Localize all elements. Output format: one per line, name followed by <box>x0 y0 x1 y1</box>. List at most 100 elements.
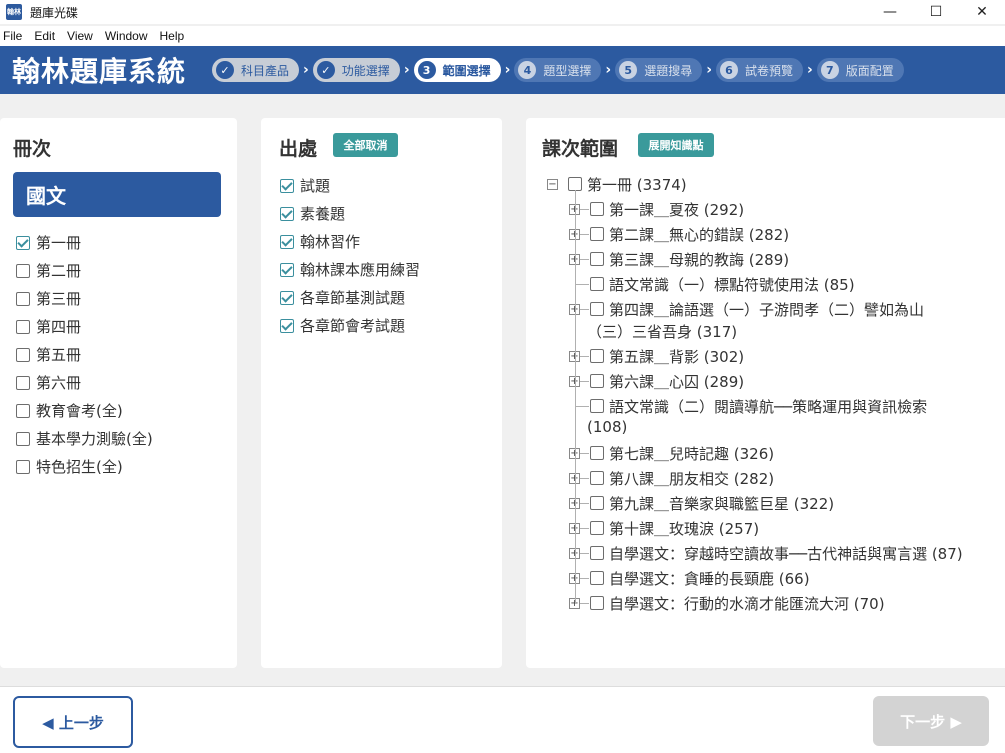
source-item[interactable]: 試題 <box>280 175 330 196</box>
tree-node-checkbox[interactable] <box>590 496 604 510</box>
step-4-label: 題型選擇 <box>543 63 592 78</box>
tree-node-label: 第一課＿夏夜 (292) <box>609 201 745 219</box>
volume-checkbox[interactable] <box>16 235 30 250</box>
source-label: 翰林習作 <box>300 233 361 251</box>
menu-file[interactable]: File <box>3 29 22 43</box>
volume-checkbox[interactable] <box>16 375 30 390</box>
volume-item[interactable]: 第二冊 <box>16 260 81 281</box>
wizard-step-1[interactable]: ✓ 科目產品 <box>212 58 300 82</box>
expand-knowledge-button[interactable]: 展開知識點 <box>638 133 714 157</box>
volume-item[interactable]: 特色招生(全) <box>16 456 123 477</box>
tree-node-checkbox[interactable] <box>590 446 604 460</box>
tree-node-label: 自學選文：貪睡的長頸鹿 (66) <box>609 570 810 588</box>
source-checkbox[interactable] <box>280 234 294 249</box>
tree-node-checkbox[interactable] <box>590 252 604 266</box>
tree-node-checkbox[interactable] <box>590 399 604 413</box>
title-bar: 翰林 題庫光碟 — ☐ ✕ <box>0 0 1005 24</box>
source-item[interactable]: 素養題 <box>280 203 345 224</box>
tree-node-checkbox[interactable] <box>590 521 604 535</box>
step-6-badge: 6 <box>719 61 738 79</box>
wizard-step-7[interactable]: 7 版面配置 <box>816 58 904 82</box>
tree-node-checkbox[interactable] <box>590 596 604 610</box>
close-button[interactable]: ✕ <box>959 0 1005 24</box>
menu-help[interactable]: Help <box>160 29 185 43</box>
source-checkbox[interactable] <box>280 262 294 277</box>
tree-node-label: 語文常識（二）閱讀導航──策略運用與資訊檢索 <box>609 398 928 416</box>
menu-view[interactable]: View <box>67 29 93 43</box>
tree-node-label: 第九課＿音樂家與職籃巨星 (322) <box>609 495 835 513</box>
source-item[interactable]: 翰林課本應用練習 <box>280 259 420 280</box>
volume-item[interactable]: 基本學力測驗(全) <box>16 428 153 449</box>
volume-item[interactable]: 第五冊 <box>16 344 81 365</box>
volume-item[interactable]: 教育會考(全) <box>16 400 123 421</box>
volume-checkbox[interactable] <box>16 263 30 278</box>
menu-edit[interactable]: Edit <box>34 29 55 43</box>
lesson-panel-title: 課次範圍 <box>542 138 619 160</box>
tree-trunk-line <box>575 190 576 603</box>
minimize-button[interactable]: — <box>867 0 913 24</box>
volume-label: 第四冊 <box>36 318 82 336</box>
volume-label: 第三冊 <box>36 290 82 308</box>
step-5-label: 選題搜尋 <box>644 63 693 78</box>
tree-node-checkbox[interactable] <box>590 374 604 388</box>
wizard-step-4[interactable]: 4 題型選擇 <box>514 58 602 82</box>
step-1-badge: ✓ <box>216 61 234 79</box>
tree-node-label: 自學選文：穿越時空讀故事──古代神話與寓言選 (87) <box>609 545 963 563</box>
tree-root-checkbox[interactable] <box>568 177 582 191</box>
wizard-step-6[interactable]: 6 試卷預覽 <box>715 58 803 82</box>
volume-checkbox[interactable] <box>16 459 30 474</box>
next-step-button[interactable]: 下一步 ▶ <box>873 696 989 746</box>
step-2-label: 功能選擇 <box>341 63 390 78</box>
tree-node-label: 第二課＿無心的錯誤 (282) <box>609 226 790 244</box>
volume-checkbox[interactable] <box>16 319 30 334</box>
step-5-badge: 5 <box>619 61 638 79</box>
tree-node-label: 自學選文：行動的水滴才能匯流大河 (70) <box>609 595 885 613</box>
tree-node-label: 第五課＿背影 (302) <box>609 348 745 366</box>
source-checkbox[interactable] <box>280 206 294 221</box>
volume-item[interactable]: 第三冊 <box>16 288 81 309</box>
source-item[interactable]: 各章節基測試題 <box>280 287 405 308</box>
source-label: 各章節基測試題 <box>300 289 406 307</box>
tree-node-label: 第四課＿論語選（一）子游問孝（二）譬如為山 <box>609 301 925 319</box>
brand-title: 翰林題庫系統 <box>12 55 187 88</box>
tree-node-checkbox[interactable] <box>590 202 604 216</box>
prev-step-button[interactable]: ◀ 上一步 <box>13 696 133 748</box>
footer-bar: ◀ 上一步 下一步 ▶ <box>0 686 1005 753</box>
source-item[interactable]: 各章節會考試題 <box>280 315 405 336</box>
volume-panel: 冊次 國文 第一冊 第二冊 第三冊 第四冊 第五冊 第六冊 教育會考(全) 基本學力測驗(全)… <box>0 118 237 668</box>
volume-checkbox[interactable] <box>16 403 30 418</box>
tree-collapse-icon[interactable]: − <box>547 179 558 190</box>
wizard-step-5[interactable]: 5 選題搜尋 <box>615 58 703 82</box>
tree-node-checkbox[interactable] <box>590 277 604 291</box>
tree-node-checkbox[interactable] <box>590 227 604 241</box>
source-checkbox[interactable] <box>280 290 294 305</box>
maximize-button[interactable]: ☐ <box>913 0 959 24</box>
volume-item[interactable]: 第六冊 <box>16 372 81 393</box>
step-7-label: 版面配置 <box>845 63 894 78</box>
tree-node-checkbox[interactable] <box>590 471 604 485</box>
step-4-badge: 4 <box>518 61 537 79</box>
source-checkbox[interactable] <box>280 178 294 193</box>
tree-node-checkbox[interactable] <box>590 349 604 363</box>
volume-checkbox[interactable] <box>16 431 30 446</box>
tree-node-checkbox[interactable] <box>590 546 604 560</box>
menu-window[interactable]: Window <box>105 29 148 43</box>
tree-node-checkbox[interactable] <box>590 571 604 585</box>
source-label: 翰林課本應用練習 <box>300 261 421 279</box>
deselect-all-button[interactable]: 全部取消 <box>333 133 398 157</box>
volume-item[interactable]: 第四冊 <box>16 316 81 337</box>
app-header: 翰林題庫系統 ✓ 科目產品 › ✓ 功能選擇 › 3 範圍選擇 › 4 題型選擇 › 5 選題搜尋 › 6 試卷… <box>0 46 1005 94</box>
menu-bar: File Edit View Window Help <box>0 26 1005 46</box>
source-item[interactable]: 翰林習作 <box>280 231 360 252</box>
volume-item[interactable]: 第一冊 <box>16 232 81 253</box>
volume-checkbox[interactable] <box>16 347 30 362</box>
volume-checkbox[interactable] <box>16 291 30 306</box>
source-checkbox[interactable] <box>280 318 294 333</box>
tree-node-label: （三）三省吾身 (317) <box>587 323 738 341</box>
wizard-step-2[interactable]: ✓ 功能選擇 <box>312 58 400 82</box>
tree-connector <box>575 406 589 407</box>
wizard-step-3[interactable]: 3 範圍選擇 <box>413 58 501 82</box>
subject-button[interactable]: 國文 <box>13 172 221 217</box>
tree-node-checkbox[interactable] <box>590 302 604 316</box>
tree-node-label: 第三課＿母親的教誨 (289) <box>609 251 790 269</box>
